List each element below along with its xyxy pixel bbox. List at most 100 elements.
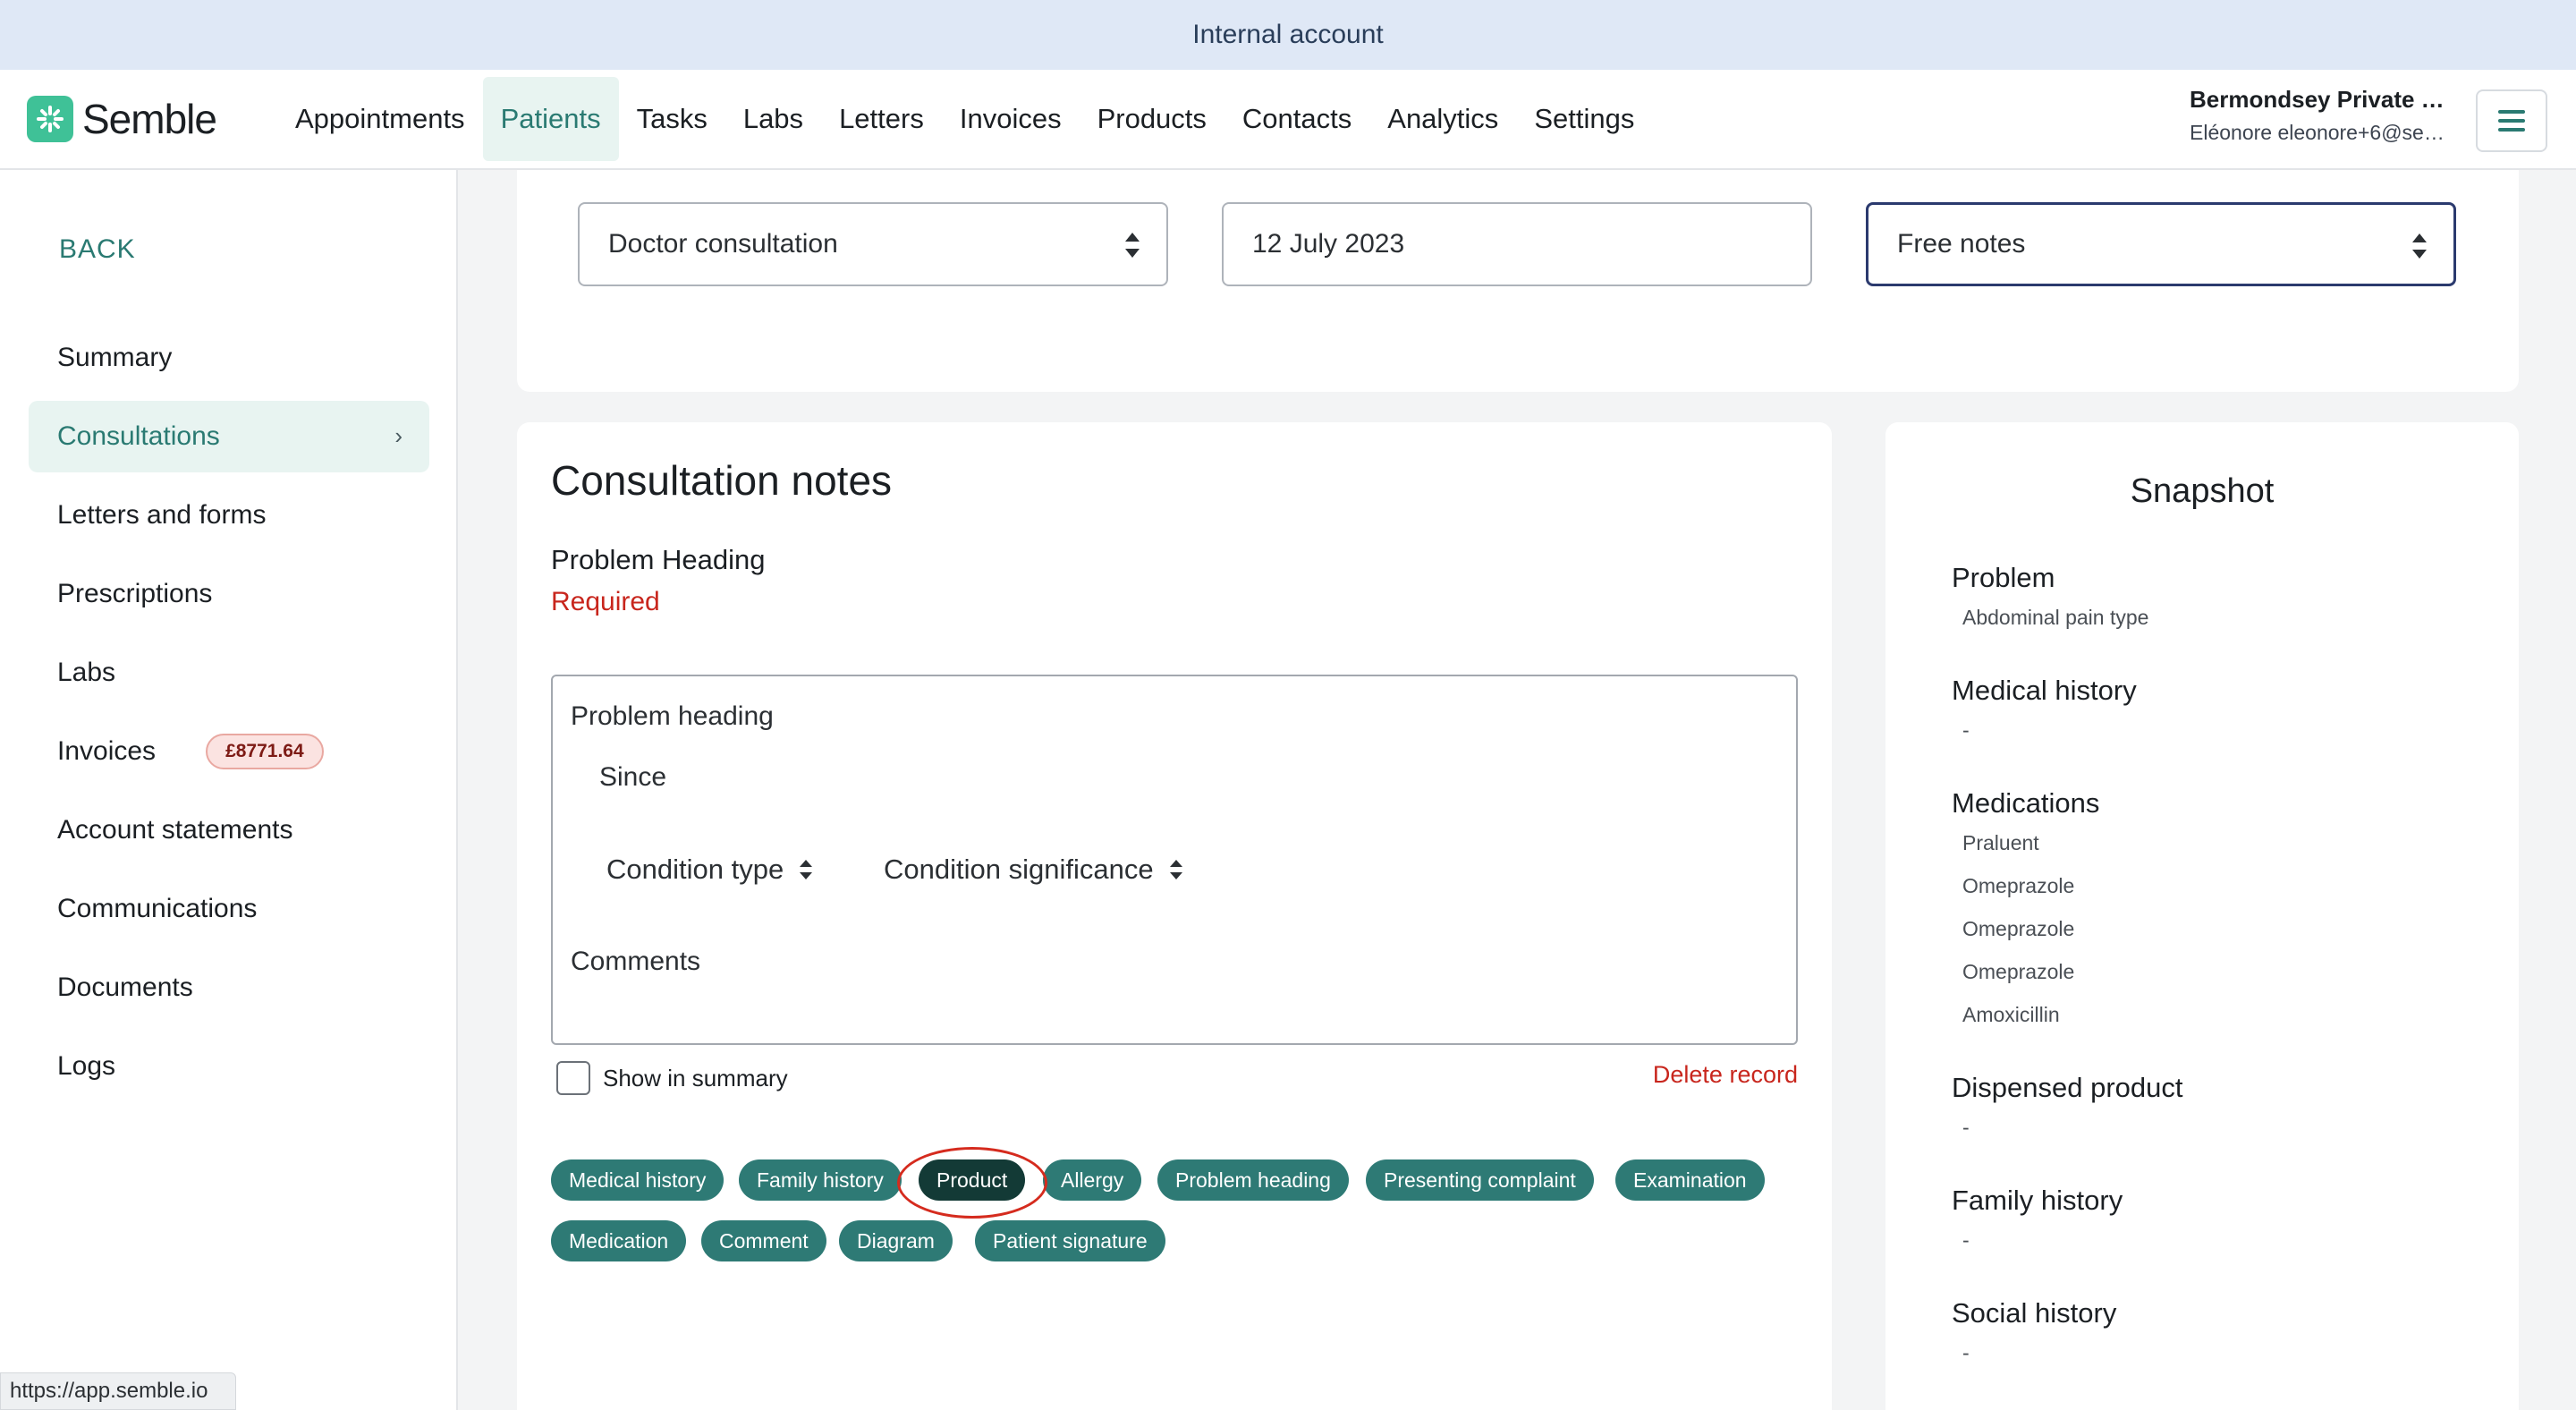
nav-analytics[interactable]: Analytics <box>1369 77 1516 161</box>
notes-template-select[interactable]: Free notes <box>1866 202 2456 286</box>
sidebar-item-labs[interactable]: Labs <box>29 637 429 709</box>
show-in-summary-option[interactable]: Show in summary <box>556 1061 788 1095</box>
status-url-tooltip: https://app.semble.io <box>0 1372 236 1410</box>
record-comments-input[interactable]: Comments <box>571 947 700 977</box>
nav-contacts[interactable]: Contacts <box>1224 77 1369 161</box>
logo-glyph <box>37 106 64 132</box>
sidebar-item-label: Prescriptions <box>57 579 213 608</box>
sidebar-item-label: Letters and forms <box>57 500 267 530</box>
snapshot-family-history-label: Family history <box>1952 1185 2123 1216</box>
snapshot-medications-label: Medications <box>1952 787 2100 819</box>
tag-patient-signature[interactable]: Patient signature <box>975 1220 1165 1261</box>
tag-diagram[interactable]: Diagram <box>839 1220 953 1261</box>
select-arrows-icon <box>800 860 813 879</box>
snapshot-dispensed-product-label: Dispensed product <box>1952 1072 2183 1103</box>
account-info[interactable]: Bermondsey Private … Eléonore eleonore+6… <box>2190 86 2449 145</box>
nav-patients[interactable]: Patients <box>482 77 619 161</box>
tag-allergy[interactable]: Allergy <box>1043 1159 1142 1201</box>
consultation-notes-card: Consultation notes Problem Heading Requi… <box>517 422 1832 1410</box>
sidebar-item-label: Communications <box>57 894 258 923</box>
tag-examination[interactable]: Examination <box>1615 1159 1765 1201</box>
tag-presenting-complaint[interactable]: Presenting complaint <box>1366 1159 1594 1201</box>
select-arrows-icon <box>1125 233 1140 258</box>
snapshot-problem-value: Abdominal pain type <box>1962 606 2149 629</box>
sidebar-item-label: Consultations <box>57 421 220 451</box>
back-link[interactable]: BACK <box>59 234 136 265</box>
patient-sidebar: BACK Summary Consultations › Letters and… <box>0 170 458 1410</box>
snapshot-family-history: Family history - <box>1952 1185 2123 1252</box>
sidebar-item-consultations[interactable]: Consultations › <box>29 401 429 472</box>
nav-tasks[interactable]: Tasks <box>619 77 725 161</box>
highlight-annotation-circle <box>897 1147 1047 1219</box>
snapshot-title: Snapshot <box>2130 472 2275 510</box>
main-nav: Appointments Patients Tasks Labs Letters… <box>277 75 1652 163</box>
banner-text: Internal account <box>1192 20 1384 49</box>
problem-heading-label: Problem Heading <box>551 544 766 575</box>
nav-labs[interactable]: Labs <box>725 77 821 161</box>
snapshot-family-history-value: - <box>1962 1228 1970 1252</box>
medication-item: Praluent <box>1962 831 2039 854</box>
snapshot-medical-history-label: Medical history <box>1952 675 2137 706</box>
snapshot-medications-list: Praluent Omeprazole Omeprazole Omeprazol… <box>1952 821 2099 1036</box>
nav-settings[interactable]: Settings <box>1516 77 1652 161</box>
select-arrows-icon <box>2412 234 2427 259</box>
snapshot-problem: Problem Abdominal pain type <box>1952 562 2148 629</box>
chevron-right-icon: › <box>394 422 402 449</box>
sidebar-item-communications[interactable]: Communications <box>29 873 429 945</box>
condition-significance-select[interactable]: Condition significance <box>884 854 1182 886</box>
consultation-type-value: Doctor consultation <box>608 229 838 259</box>
sidebar-item-label: Labs <box>57 658 116 687</box>
nav-products[interactable]: Products <box>1080 77 1224 161</box>
sidebar-item-prescriptions[interactable]: Prescriptions <box>29 558 429 630</box>
snapshot-medical-history-value: - <box>1962 718 1970 742</box>
record-since-input[interactable]: Since <box>599 762 666 793</box>
brand-name: Semble <box>82 96 217 142</box>
tag-medical-history[interactable]: Medical history <box>551 1159 724 1201</box>
tag-family-history[interactable]: Family history <box>739 1159 902 1201</box>
snapshot-social-history: Social history - <box>1952 1297 2116 1364</box>
sidebar-item-letters-and-forms[interactable]: Letters and forms <box>29 480 429 551</box>
show-in-summary-label: Show in summary <box>603 1064 788 1091</box>
record-title-input[interactable]: Problem heading <box>571 701 774 732</box>
snapshot-social-history-value: - <box>1962 1341 1970 1364</box>
menu-button[interactable] <box>2476 89 2547 152</box>
delete-record-button[interactable]: Delete record <box>1653 1061 1798 1089</box>
snapshot-dispensed-product-value: - <box>1962 1116 1970 1139</box>
tag-comment[interactable]: Comment <box>701 1220 826 1261</box>
condition-type-select[interactable]: Condition type <box>606 854 813 886</box>
account-practice-name: Bermondsey Private … <box>2190 86 2445 113</box>
snapshot-problem-label: Problem <box>1952 562 2055 593</box>
required-error: Required <box>551 587 660 616</box>
consultation-header-card: Doctor consultation 12 July 2023 Free no… <box>517 170 2519 392</box>
nav-invoices[interactable]: Invoices <box>942 77 1080 161</box>
consultation-date-field[interactable]: 12 July 2023 <box>1222 202 1812 286</box>
sidebar-item-label: Invoices <box>57 736 157 766</box>
consultation-type-select[interactable]: Doctor consultation <box>578 202 1168 286</box>
sidebar-item-label: Documents <box>57 973 193 1002</box>
select-arrows-icon <box>1169 860 1182 879</box>
account-user-email: Eléonore eleonore+6@se… <box>2190 121 2445 144</box>
medication-item: Omeprazole <box>1962 917 2075 940</box>
sidebar-item-label: Logs <box>57 1051 116 1081</box>
sidebar-item-account-statements[interactable]: Account statements <box>29 794 429 866</box>
condition-significance-label: Condition significance <box>884 854 1154 885</box>
sidebar-item-summary[interactable]: Summary <box>29 322 429 394</box>
consultation-date-value: 12 July 2023 <box>1252 229 1405 259</box>
nav-appointments[interactable]: Appointments <box>277 77 483 161</box>
sidebar-item-invoices[interactable]: Invoices £8771.64 <box>29 716 429 787</box>
condition-type-label: Condition type <box>606 854 784 885</box>
notes-template-value: Free notes <box>1897 229 2026 259</box>
snapshot-card: Snapshot Problem Abdominal pain type Med… <box>1885 422 2519 1410</box>
snapshot-dispensed-product: Dispensed product - <box>1952 1072 2183 1139</box>
tag-medication[interactable]: Medication <box>551 1220 687 1261</box>
show-in-summary-checkbox[interactable] <box>556 1061 590 1095</box>
consultation-notes-title: Consultation notes <box>551 457 893 504</box>
semble-logo-icon <box>27 96 73 142</box>
sidebar-item-documents[interactable]: Documents <box>29 952 429 1024</box>
sidebar-item-logs[interactable]: Logs <box>29 1031 429 1102</box>
semble-logo[interactable]: Semble <box>27 95 217 143</box>
hamburger-icon <box>2498 110 2525 132</box>
nav-letters[interactable]: Letters <box>821 77 942 161</box>
tag-problem-heading[interactable]: Problem heading <box>1157 1159 1349 1201</box>
snapshot-medications: Medications Praluent Omeprazole Omeprazo… <box>1952 787 2099 1036</box>
